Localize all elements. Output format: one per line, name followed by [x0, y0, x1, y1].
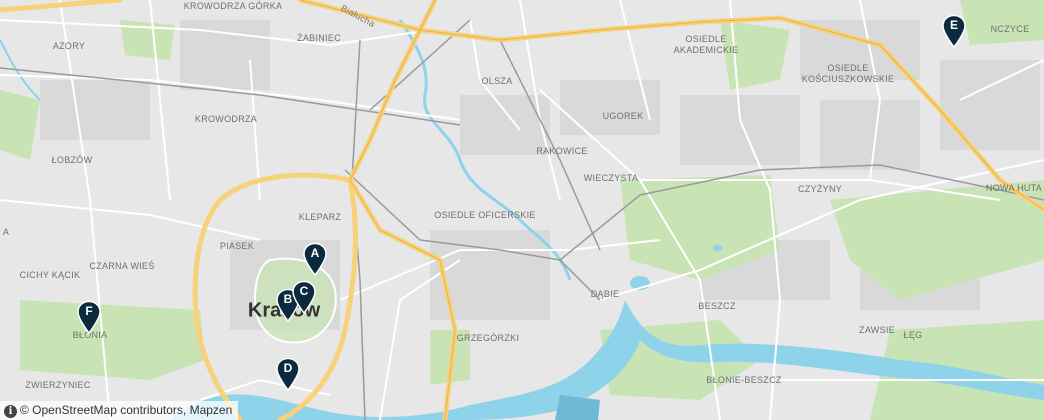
marker-letter: C [299, 284, 309, 298]
place-label-azory: AZORY [52, 41, 86, 51]
place-label-a-edge: A [2, 227, 10, 237]
info-icon[interactable]: i [4, 405, 17, 418]
place-label-krowodrza-gorka: KROWODRZA GÓRKA [183, 1, 283, 11]
place-label-osiedle-kosciuszkowskie: OSIEDLE KOŚCIUSZKOWSKIE [802, 63, 895, 85]
map-marker-c[interactable]: C [291, 280, 317, 314]
place-label-krowodrza: KROWODRZA [194, 114, 258, 124]
place-label-osiedle-oficerskie: OSIEDLE OFICERSKIE [434, 210, 536, 220]
place-label-rakowice: RAKOWICE [536, 146, 588, 156]
marker-letter: D [283, 361, 293, 375]
place-label-nczyce: NCZYCE [990, 24, 1030, 34]
map-attribution: i © OpenStreetMap contributors, Mapzen [0, 401, 239, 420]
map-marker-d[interactable]: D [275, 357, 301, 391]
attribution-link[interactable]: © OpenStreetMap contributors, Mapzen [20, 403, 232, 417]
place-label-olsza: OLSZA [481, 76, 513, 86]
map-view[interactable]: KROWODRZA GÓRKA AZORY ŻABINIEC OLSZA KROWODR… [0, 0, 1044, 420]
place-label-grzegorzki: GRZEGÓRZKI [456, 333, 520, 343]
marker-letter: F [85, 304, 93, 318]
place-label-osiedle-akademickie: OSIEDLE AKADEMICKIE [674, 34, 739, 56]
place-label-leg: ŁĘG [903, 330, 923, 340]
place-label-line: AKADEMICKIE [673, 45, 739, 55]
marker-letter: A [310, 246, 320, 260]
place-label-lobzow: ŁOBZÓW [51, 155, 93, 165]
place-label-cichy-kacik: CICHY KĄCIK [19, 270, 81, 280]
place-label-piasek: PIASEK [219, 241, 255, 251]
place-label-nowa-huta: NOWA HUTA [985, 183, 1043, 193]
map-marker-a[interactable]: A [302, 242, 328, 276]
place-label-ugorek: UGOREK [602, 111, 644, 121]
place-label-line: OSIEDLE [827, 63, 869, 73]
place-label-wieczysta: WIECZYSTA [583, 173, 639, 183]
place-label-czyzyny: CZYŻYNY [797, 184, 843, 194]
place-label-line: KOŚCIUSZKOWSKIE [801, 74, 895, 84]
place-label-czarna-wies: CZARNA WIEŚ [89, 261, 155, 271]
place-label-zwierzyniec: ZWIERZYNIEC [25, 380, 91, 390]
place-label-zabiniec: ŻABINIEC [297, 33, 341, 43]
map-marker-f[interactable]: F [76, 300, 102, 334]
map-marker-e[interactable]: E [941, 14, 967, 48]
place-label-line: OSIEDLE [685, 34, 727, 44]
place-label-blonie-beszcz: BŁONIE-BESZCZ [706, 375, 782, 385]
place-label-dabie: DĄBIE [590, 289, 620, 299]
place-label-zawsie: ZAWSIE [859, 325, 895, 335]
place-label-kleparz: KLEPARZ [298, 212, 342, 222]
marker-letter: E [949, 18, 958, 32]
place-label-beszcz: BESZCZ [698, 301, 736, 311]
